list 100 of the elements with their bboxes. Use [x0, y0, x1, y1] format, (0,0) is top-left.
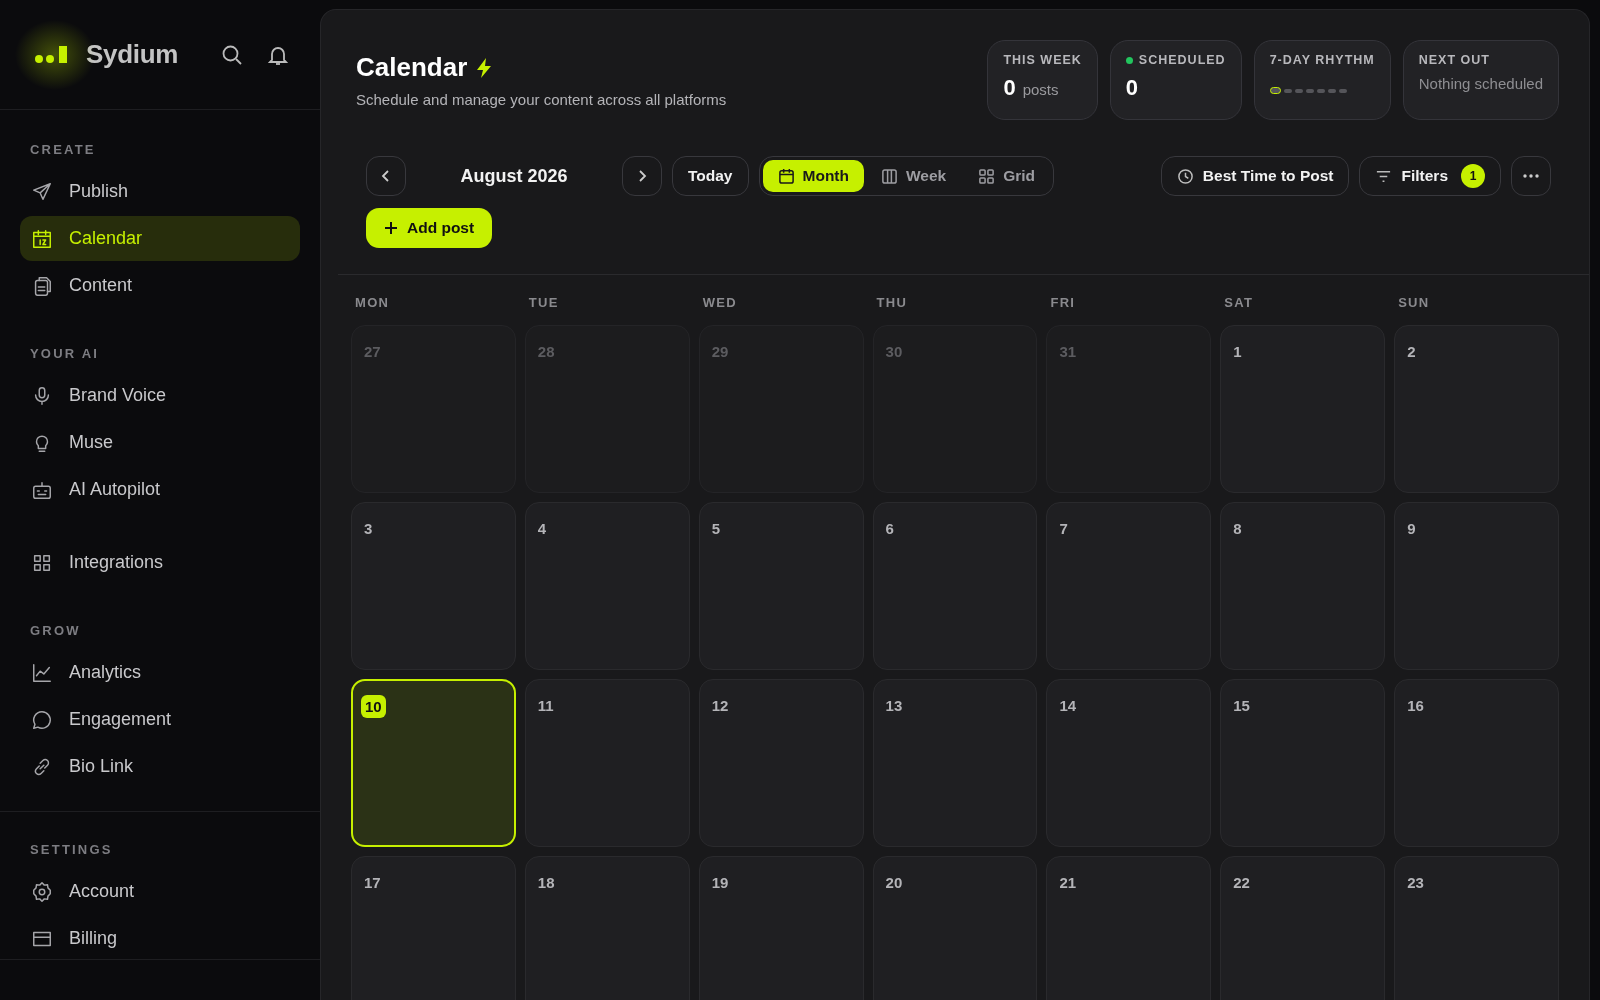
nav-item[interactable]: Integrations: [20, 540, 300, 585]
stat-value: Nothing scheduled: [1418, 75, 1543, 92]
stat-label: 7-DAY RHYTHM: [1269, 53, 1375, 67]
nav-item[interactable]: Billing: [20, 916, 300, 959]
day-cell[interactable]: 13: [872, 679, 1038, 847]
best-time-button[interactable]: Best Time to Post: [1160, 156, 1350, 196]
month-label: August 2026: [459, 165, 569, 187]
weekday-label: MON: [354, 294, 391, 312]
day-cell[interactable]: 14: [1046, 679, 1212, 847]
day-number: 27: [364, 343, 381, 360]
weekday-label: THU: [875, 294, 909, 312]
weekday-label: SAT: [1223, 294, 1255, 312]
grid-icon: [978, 167, 996, 185]
add-post-button[interactable]: Add post: [366, 208, 493, 248]
day-cell[interactable]: 22: [1220, 856, 1386, 1000]
section-heading: SETTINGS: [29, 841, 114, 859]
day-number: 6: [885, 520, 894, 537]
day-number: 17: [364, 874, 381, 891]
day-cell[interactable]: 7: [1046, 502, 1212, 670]
weekday-label: SUN: [1397, 294, 1431, 312]
day-number: 8: [1233, 520, 1242, 537]
stat-unit: posts: [1022, 81, 1059, 98]
day-number: 21: [1059, 874, 1077, 891]
line-chart-icon: [31, 661, 53, 684]
section-heading: YOUR AI: [29, 345, 101, 363]
day-cell[interactable]: 2: [1394, 325, 1559, 493]
day-number: 16: [1407, 697, 1424, 714]
nav-item[interactable]: Analytics: [20, 650, 300, 695]
view-tab[interactable]: Week: [866, 160, 962, 192]
day-number: 15: [1233, 697, 1250, 714]
calendar-icon: [31, 227, 53, 250]
columns-icon: [881, 167, 898, 185]
day-number: 30: [885, 343, 903, 360]
more-icon: [1523, 174, 1539, 178]
speech-bubble-icon: [31, 708, 53, 731]
day-number: 4: [537, 520, 547, 537]
day-number: 22: [1233, 874, 1250, 891]
weekday-label: TUE: [527, 294, 560, 312]
nav-item[interactable]: Account: [20, 869, 300, 914]
weekday-label: WED: [701, 294, 738, 312]
nav-item[interactable]: Calendar: [20, 216, 300, 261]
day-cell[interactable]: 23: [1394, 856, 1559, 1000]
day-cell[interactable]: 4: [524, 502, 690, 670]
day-cell[interactable]: 6: [872, 502, 1038, 670]
day-cell[interactable]: 5: [698, 502, 864, 670]
today-button[interactable]: Today: [672, 156, 749, 196]
page-subtitle: Schedule and manage your content across all platforms: [356, 91, 727, 108]
day-number: 12: [711, 697, 729, 714]
nav-item[interactable]: Engagement: [20, 697, 300, 742]
day-number: 13: [885, 697, 903, 714]
nav-item[interactable]: Content: [20, 263, 300, 308]
section-heading: CREATE: [29, 141, 97, 159]
day-number: 9: [1407, 520, 1416, 537]
stat-label: NEXT OUT: [1418, 53, 1490, 67]
day-number: 23: [1407, 874, 1424, 891]
day-cell[interactable]: 1: [1220, 325, 1386, 493]
day-cell[interactable]: 16: [1394, 679, 1559, 847]
day-cell[interactable]: 10: [351, 679, 516, 847]
day-number: 1: [1233, 343, 1242, 360]
brand-name: Sydium: [86, 39, 180, 70]
nav-item[interactable]: AI Autopilot: [20, 467, 300, 512]
day-number: 3: [364, 520, 373, 537]
day-cell[interactable]: 19: [698, 856, 864, 1000]
stat-label: THIS WEEK: [1003, 53, 1082, 67]
day-cell[interactable]: 21: [1046, 856, 1212, 1000]
day-cell[interactable]: 9: [1394, 502, 1559, 670]
calendar-icon: [777, 167, 795, 185]
day-number: 10: [361, 695, 386, 718]
day-cell[interactable]: 8: [1220, 502, 1386, 670]
day-cell[interactable]: 18: [524, 856, 690, 1000]
day-cell[interactable]: 15: [1220, 679, 1386, 847]
lightning-icon: [475, 56, 494, 79]
page-title: Calendar: [356, 52, 468, 83]
nav-item[interactable]: Brand Voice: [20, 373, 300, 418]
filter-count: 1: [1461, 164, 1485, 188]
day-number: 31: [1059, 343, 1077, 360]
plus-icon: [384, 221, 398, 235]
view-tab[interactable]: Month: [762, 160, 864, 192]
day-number: 14: [1059, 697, 1077, 714]
day-number: 11: [537, 697, 554, 714]
nav-item[interactable]: Muse: [20, 420, 300, 465]
day-cell[interactable]: 3: [351, 502, 516, 670]
stat-label: SCHEDULED: [1138, 53, 1226, 67]
section-heading: GROW: [29, 622, 82, 640]
view-tab[interactable]: Grid: [963, 160, 1051, 192]
day-cell[interactable]: 20: [872, 856, 1038, 1000]
stat-value: 0: [1125, 75, 1139, 101]
day-number: 18: [537, 874, 555, 891]
day-number: 7: [1059, 520, 1068, 537]
nav-item[interactable]: Bio Link: [20, 744, 300, 789]
day-cell[interactable]: 17: [351, 856, 516, 1000]
day-number: 20: [885, 874, 903, 891]
day-cell[interactable]: 12: [698, 679, 864, 847]
day-cell[interactable]: 11: [524, 679, 690, 847]
day-number: 28: [537, 343, 555, 360]
nav-item[interactable]: Publish: [20, 169, 300, 214]
gear-icon: [31, 880, 53, 903]
more-button[interactable]: [1511, 156, 1551, 196]
filters-button[interactable]: Filters 1: [1359, 156, 1501, 196]
day-number: 19: [711, 874, 729, 891]
